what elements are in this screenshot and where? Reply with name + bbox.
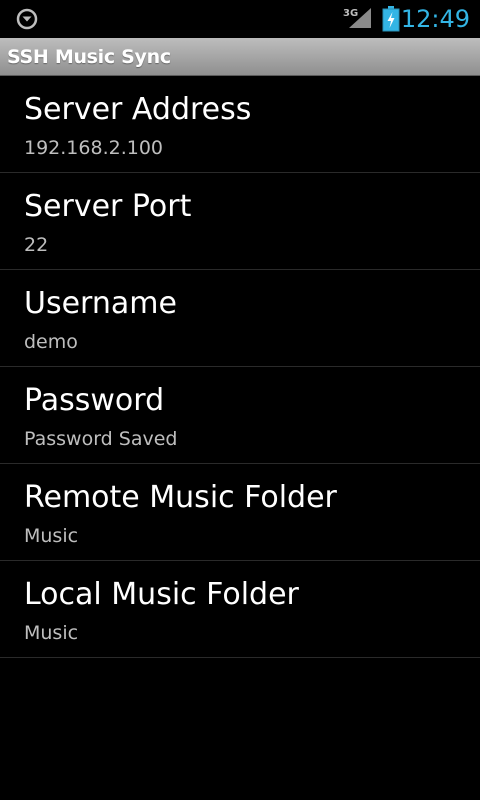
download-notification-icon [16,8,38,30]
app-title-bar: SSH Music Sync [0,38,480,76]
pref-local-music-folder[interactable]: Local Music Folder Music [0,561,480,658]
status-bar[interactable]: 3G 12:49 [0,0,480,38]
pref-title: Server Port [24,189,192,224]
pref-summary: 22 [24,234,49,256]
pref-title: Remote Music Folder [24,480,337,515]
preferences-list: Server Address 192.168.2.100 Server Port… [0,76,480,658]
pref-summary: demo [24,331,78,353]
pref-summary: 192.168.2.100 [24,137,164,159]
pref-title: Server Address [24,92,252,127]
pref-password[interactable]: Password Password Saved [0,367,480,464]
app-title: SSH Music Sync [7,46,171,68]
battery-charging-icon [382,6,400,32]
pref-server-address[interactable]: Server Address 192.168.2.100 [0,76,480,173]
signal-3g-icon: 3G [343,8,371,28]
pref-username[interactable]: Username demo [0,270,480,367]
pref-summary: Music [24,525,79,547]
pref-summary: Password Saved [24,428,178,450]
pref-remote-music-folder[interactable]: Remote Music Folder Music [0,464,480,561]
svg-text:3G: 3G [343,8,358,19]
pref-title: Username [24,286,177,321]
pref-summary: Music [24,622,79,644]
pref-title: Password [24,383,165,418]
status-clock: 12:49 [400,5,470,33]
pref-server-port[interactable]: Server Port 22 [0,173,480,270]
pref-title: Local Music Folder [24,577,299,612]
